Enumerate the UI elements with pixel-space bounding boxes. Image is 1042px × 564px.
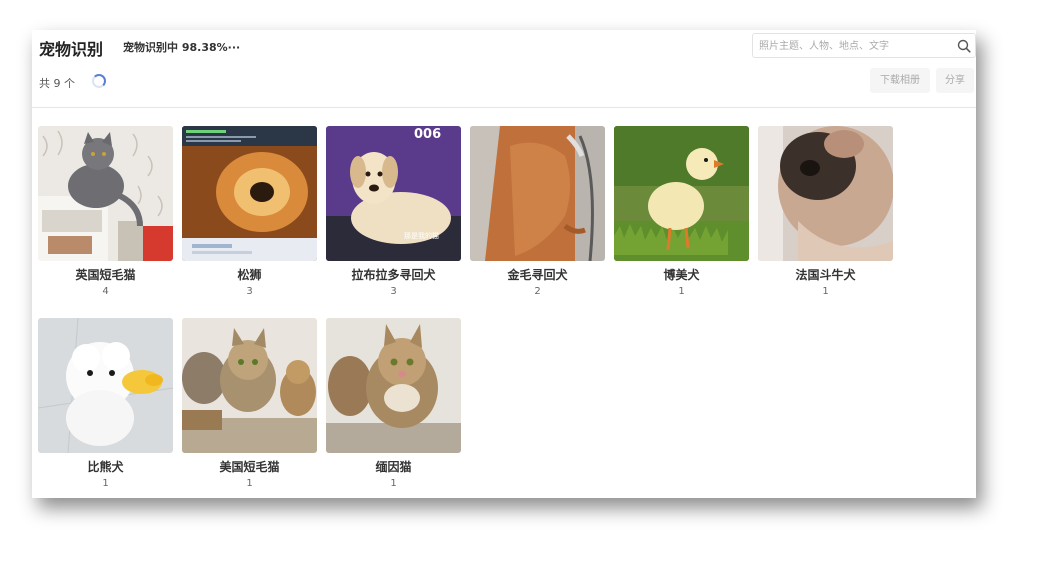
pet-card-british-shorthair[interactable]: 英国短毛猫 4 [38, 126, 173, 306]
pet-label: 拉布拉多寻回犬 [351, 268, 436, 282]
search-box[interactable] [752, 33, 976, 58]
item-count: 共 9 个 [39, 77, 75, 90]
pet-card-american-shorthair[interactable]: 美国短毛猫 1 [182, 318, 317, 498]
pet-count: 1 [678, 286, 685, 297]
pet-thumbnail[interactable] [470, 126, 605, 261]
share-button[interactable]: 分享 [936, 68, 974, 93]
pet-count: 3 [390, 286, 397, 297]
header: 宠物识别 宠物识别中 98.38%··· 共 9 个 下载相册 分享 [32, 30, 976, 108]
pet-card-golden-retriever[interactable]: 金毛寻回犬 2 [470, 126, 605, 306]
photo-caption: 那是我的猫 [404, 231, 439, 240]
pet-thumbnail[interactable] [758, 126, 893, 261]
pet-count: 2 [534, 286, 541, 297]
pet-label: 博美犬 [663, 268, 700, 282]
recognition-progress: 宠物识别中 98.38%··· [123, 41, 241, 54]
pet-card-french-bulldog[interactable]: 法国斗牛犬 1 [758, 126, 893, 306]
pet-label: 缅因猫 [375, 460, 412, 474]
pet-thumbnail[interactable] [38, 318, 173, 453]
pet-thumbnail[interactable] [326, 318, 461, 453]
search-input[interactable] [759, 37, 949, 55]
app-window: 宠物识别 宠物识别中 98.38%··· 共 9 个 下载相册 分享 [32, 30, 976, 498]
download-album-button[interactable]: 下载相册 [870, 68, 930, 93]
pet-label: 松狮 [237, 268, 262, 282]
page-title: 宠物识别 [39, 40, 104, 59]
pet-label: 英国短毛猫 [75, 268, 136, 282]
pet-count: 4 [102, 286, 109, 297]
pet-card-chow-chow[interactable]: 松狮 3 [182, 126, 317, 306]
pet-count: 1 [102, 478, 109, 489]
pet-thumbnail[interactable] [182, 318, 317, 453]
pet-thumbnail[interactable] [38, 126, 173, 261]
pet-thumbnail[interactable] [614, 126, 749, 261]
pet-count: 1 [246, 478, 253, 489]
pet-card-pomeranian[interactable]: 博美犬 1 [614, 126, 749, 306]
loading-spinner-icon [92, 74, 106, 88]
photo-badge: 006 [414, 127, 441, 142]
pet-count: 1 [390, 478, 397, 489]
pet-card-labrador[interactable]: 006 那是我的猫 拉布拉多寻回犬 3 [326, 126, 461, 306]
pet-count: 1 [822, 286, 829, 297]
search-icon[interactable] [957, 39, 971, 53]
pet-thumbnail[interactable] [182, 126, 317, 261]
pet-label: 金毛寻回犬 [507, 268, 568, 282]
pet-label: 比熊犬 [87, 460, 124, 474]
pet-card-bichon[interactable]: 比熊犬 1 [38, 318, 173, 498]
pet-card-maine-coon[interactable]: 缅因猫 1 [326, 318, 461, 498]
pet-thumbnail[interactable]: 006 那是我的猫 [326, 126, 461, 261]
pet-label: 法国斗牛犬 [795, 268, 856, 282]
pet-count: 3 [246, 286, 253, 297]
pet-label: 美国短毛猫 [219, 460, 280, 474]
